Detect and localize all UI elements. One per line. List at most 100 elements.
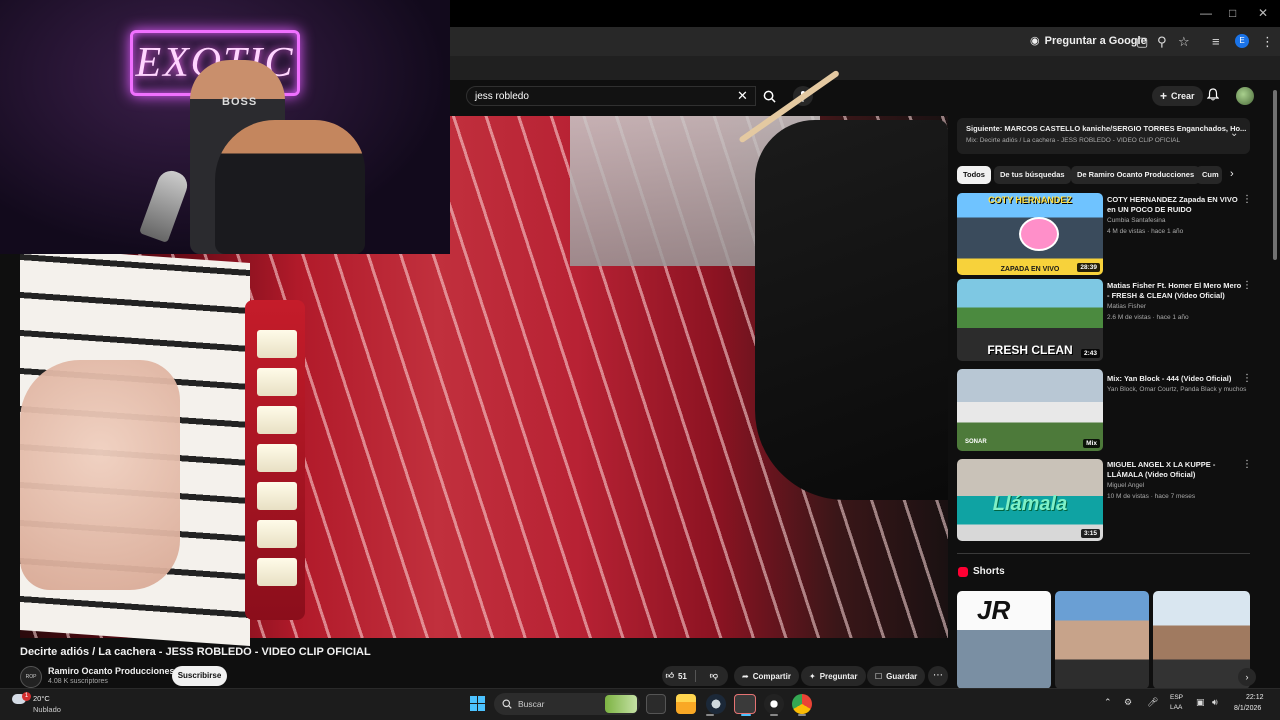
thumbnail-text: Llámala (992, 493, 1068, 515)
chevron-down-icon[interactable]: ⌄ (1230, 128, 1238, 139)
ask-google-label: Preguntar a Google (1044, 34, 1147, 47)
running-indicator (706, 714, 714, 716)
accordion-switch (257, 520, 297, 548)
kebab-menu-icon[interactable]: ⋮ (1242, 459, 1252, 470)
share-label: Compartir (752, 671, 791, 681)
browser-menu-icon[interactable]: ⋮ (1261, 34, 1274, 50)
weather-condition[interactable]: Nublado (33, 705, 61, 714)
like-count: 51 (677, 671, 687, 681)
create-button[interactable]: + Crear (1152, 86, 1203, 106)
short-thumbnail[interactable] (1055, 591, 1149, 689)
kebab-menu-icon[interactable]: ⋮ (1242, 194, 1252, 205)
kebab-menu-icon[interactable]: ⋮ (1242, 373, 1252, 384)
chevron-right-icon[interactable]: › (1238, 668, 1256, 686)
shorts-heading: Shorts (973, 566, 1005, 577)
browser-toolbar (450, 27, 1280, 56)
recommendation-thumbnail[interactable]: COTY HERNANDEZ ZAPADA EN VIVO 28:39 (957, 193, 1103, 275)
like-button[interactable]: 👍︎ 51 (662, 666, 691, 686)
search-button[interactable] (757, 86, 781, 106)
short-thumbnail[interactable] (1153, 591, 1250, 689)
steam-icon[interactable] (706, 694, 726, 714)
recommendation-meta: 4 M de vistas · hace 1 año (1107, 228, 1184, 235)
subscribe-button[interactable]: Suscribirse (172, 666, 227, 686)
volume-icon[interactable]: 🔊︎ (1212, 697, 1218, 708)
microphone-icon[interactable]: 🎤︎ (1147, 697, 1158, 708)
scrollbar-thumb[interactable] (1273, 90, 1277, 260)
network-icon[interactable]: ▣ (1196, 697, 1205, 708)
recommendation-title[interactable]: MIGUEL ANGEL X LA KUPPE - LLÁMALA (Video… (1107, 460, 1242, 480)
clear-search-icon[interactable]: ✕ (737, 88, 748, 104)
chip-de-tus-busquedas[interactable]: De tus búsquedas (994, 166, 1071, 184)
short-thumbnail-text: JR (977, 595, 1011, 625)
recommendation-meta: 2.6 M de vistas · hace 1 año (1107, 314, 1189, 321)
sparkle-icon: ✦ (809, 671, 816, 681)
thumbnail-logo (1019, 217, 1059, 251)
tray-app-icon[interactable]: ⚙ (1124, 697, 1132, 708)
recommendation-thumbnail[interactable]: FRESH CLEAN 2:43 (957, 279, 1103, 361)
bookmark-star-icon[interactable]: ☆ (1178, 34, 1190, 50)
recommendation-thumbnail[interactable]: Llámala 3:15 (957, 459, 1103, 541)
dislike-button[interactable]: 👎︎ (700, 666, 729, 686)
recommendation-channel[interactable]: Miguel Angel (1107, 481, 1247, 490)
chip-de-ramiro-ocanto[interactable]: De Ramiro Ocanto Producciones (1071, 166, 1201, 184)
search-input[interactable]: jess robledo (466, 86, 756, 106)
clock-time[interactable]: 22:12 (1246, 694, 1264, 701)
chevron-right-icon[interactable]: › (1230, 168, 1234, 180)
kebab-menu-icon[interactable]: ⋮ (1242, 280, 1252, 291)
recommendation-channel[interactable]: Cumbia Santafesina (1107, 216, 1247, 225)
reading-list-icon[interactable]: ≡ (1212, 34, 1220, 49)
google-lens-icon: ◉ (1030, 35, 1040, 47)
shorts-logo-icon (958, 567, 968, 577)
save-label: Guardar (886, 671, 918, 681)
taskbar-search-placeholder: Buscar (518, 699, 545, 709)
more-actions-icon[interactable]: ⋯ (928, 666, 948, 686)
search-icon (502, 699, 512, 709)
windows-start-icon[interactable] (470, 696, 485, 711)
weather-temperature[interactable]: 20°C (33, 694, 50, 703)
chevron-up-icon[interactable]: ⌃ (1104, 697, 1112, 708)
short-thumbnail[interactable]: JR (957, 591, 1051, 689)
chrome-icon[interactable] (792, 694, 812, 714)
chip-cum[interactable]: Cum (1196, 166, 1222, 184)
language-indicator[interactable]: ESP (1170, 694, 1183, 701)
maximize-icon[interactable]: □ (1229, 6, 1236, 20)
recommendation-channel[interactable]: Yan Block, Omar Courtz, Panda Black y mu… (1107, 385, 1247, 394)
accordion-switch (257, 482, 297, 510)
share-icon: ➦ (742, 671, 749, 681)
cast-icon[interactable]: ▢ (1136, 34, 1148, 50)
share-button[interactable]: ➦ Compartir (734, 666, 799, 686)
recommendation-title[interactable]: COTY HERNANDEZ Zapada EN VIVO en UN POCO… (1107, 195, 1242, 215)
recommendation-channel[interactable]: Matias Fisher (1107, 302, 1247, 311)
file-explorer-icon[interactable] (676, 694, 696, 714)
obs-studio-icon[interactable] (764, 694, 784, 714)
clock-date[interactable]: 8/1/2026 (1234, 705, 1261, 712)
notifications-bell-icon[interactable] (1206, 88, 1220, 104)
recommendation-title[interactable]: Mix: Yan Block - 444 (Video Oficial) (1107, 374, 1242, 384)
ask-button[interactable]: ✦ Preguntar (801, 666, 866, 686)
facecam-person (215, 120, 365, 254)
profile-avatar[interactable]: E (1235, 34, 1249, 48)
ask-google-button[interactable]: ◉ Preguntar a Google (1030, 34, 1147, 48)
running-indicator (770, 714, 778, 716)
search-highlight-icon (605, 695, 637, 713)
zoom-icon[interactable]: ⚲ (1157, 34, 1167, 50)
task-view-icon[interactable] (646, 694, 666, 714)
recommendation-thumbnail[interactable]: SONAR Mix (957, 369, 1103, 451)
save-bookmark-icon: ☐ (875, 671, 883, 681)
accordion-switch (257, 406, 297, 434)
channel-avatar[interactable]: ROP (20, 666, 42, 688)
studio-microphone (138, 166, 192, 244)
obs-capture-icon[interactable] (734, 694, 756, 714)
video-duration: 28:39 (1077, 263, 1100, 272)
close-icon[interactable]: ✕ (1258, 6, 1268, 20)
user-avatar[interactable] (1236, 87, 1254, 105)
facecam-overlay: EXOTIC BOSS (0, 0, 450, 254)
video-frame-figure (755, 120, 948, 500)
channel-name[interactable]: Ramiro Ocanto Producciones (48, 666, 175, 676)
minimize-icon[interactable]: — (1200, 6, 1212, 20)
plus-icon: + (1160, 89, 1168, 103)
recommendation-title[interactable]: Matias Fisher Ft. Homer El Mero Mero - F… (1107, 281, 1242, 301)
keyboard-layout-indicator[interactable]: LAA (1170, 704, 1182, 711)
save-button[interactable]: ☐ Guardar (867, 666, 926, 686)
chip-todos[interactable]: Todos (957, 166, 991, 184)
